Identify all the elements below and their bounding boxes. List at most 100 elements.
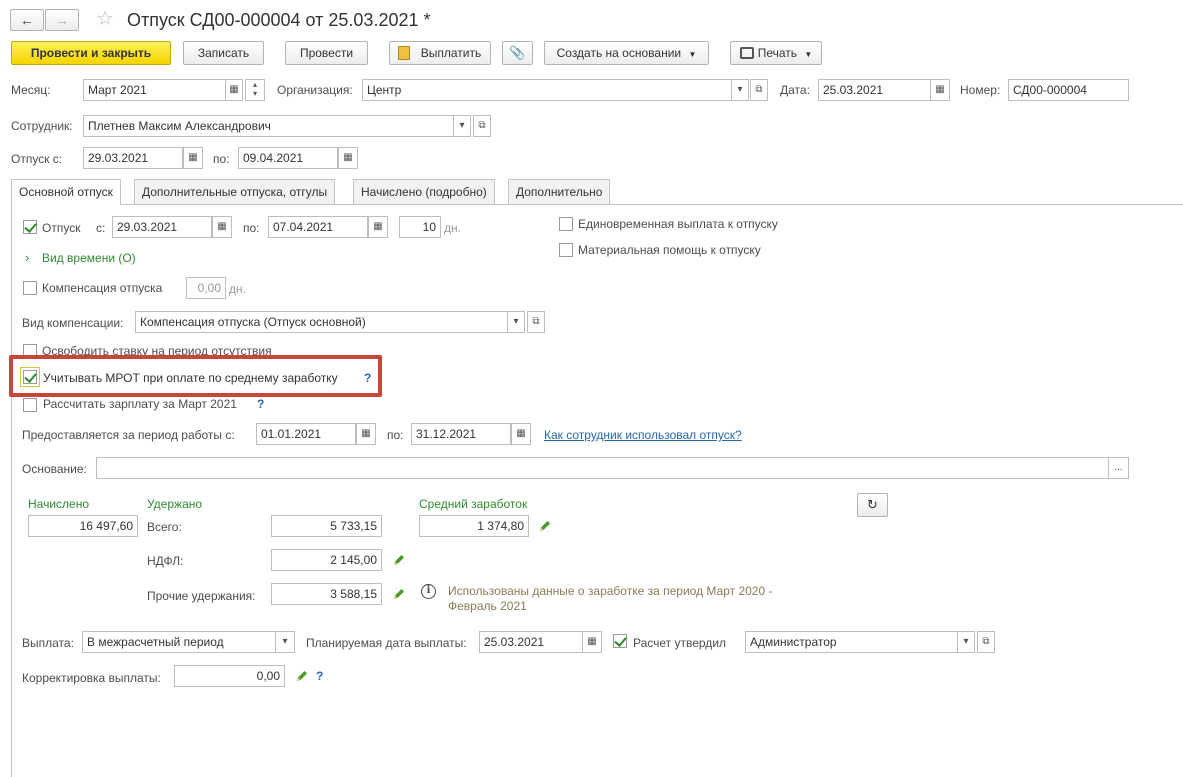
- save-button[interactable]: Записать: [183, 41, 264, 65]
- open-link-icon: ⧉: [755, 84, 763, 95]
- material-aid-checkbox[interactable]: [559, 243, 573, 257]
- days-input[interactable]: 10: [399, 216, 441, 238]
- month-stepper[interactable]: ▴ ▾: [245, 79, 265, 101]
- edit-average-pencil-icon[interactable]: [538, 519, 552, 533]
- post-and-close-button[interactable]: Провести и закрыть: [11, 41, 171, 65]
- month-label: Месяц:: [11, 83, 51, 97]
- mrot-label: Учитывать МРОТ при оплате по среднему за…: [43, 371, 338, 385]
- create-based-on-button[interactable]: Создать на основании ▼: [544, 41, 709, 65]
- mrot-checkbox[interactable]: [23, 370, 37, 384]
- dropdown-arrow-icon: ▼: [804, 50, 813, 59]
- month-calendar-button[interactable]: ▦: [225, 79, 243, 101]
- calendar-icon: ▦: [188, 152, 198, 163]
- vacation-to-calendar[interactable]: ▦: [338, 147, 358, 169]
- date-calendar-button[interactable]: ▦: [930, 79, 950, 101]
- forward-button[interactable]: →: [45, 9, 79, 31]
- main-from-input[interactable]: 29.03.2021: [112, 216, 212, 238]
- calendar-icon: ▦: [935, 84, 945, 95]
- date-label: Дата:: [780, 83, 810, 97]
- main-from-calendar[interactable]: ▦: [212, 216, 232, 238]
- organization-open[interactable]: ⧉: [750, 79, 768, 101]
- vacation-usage-link[interactable]: Как сотрудник использовал отпуск?: [544, 428, 742, 442]
- organization-dropdown[interactable]: ▾: [731, 79, 749, 101]
- period-to-label: по:: [387, 428, 404, 442]
- planned-date-calendar[interactable]: ▦: [582, 631, 602, 653]
- tab-accrued-detailed[interactable]: Начислено (подробно): [353, 179, 495, 204]
- compensation-checkbox[interactable]: [23, 281, 37, 295]
- back-button[interactable]: ←: [10, 9, 44, 31]
- employee-open[interactable]: ⧉: [473, 115, 491, 137]
- chevron-right-icon[interactable]: ›: [25, 250, 29, 265]
- main-to-calendar[interactable]: ▦: [368, 216, 388, 238]
- vacation-from-input[interactable]: 29.03.2021: [83, 147, 183, 169]
- chevron-down-icon: ▾: [459, 120, 465, 131]
- compensation-type-dropdown[interactable]: ▾: [507, 311, 525, 333]
- lump-sum-checkbox[interactable]: [559, 217, 573, 231]
- calc-salary-checkbox[interactable]: [23, 398, 37, 412]
- approved-by-open[interactable]: ⧉: [977, 631, 995, 653]
- star-icon[interactable]: ☆: [96, 8, 114, 30]
- payment-type-input[interactable]: В межрасчетный период: [82, 631, 276, 653]
- material-aid-label: Материальная помощь к отпуску: [578, 243, 761, 257]
- ndfl-label: НДФЛ:: [147, 554, 184, 568]
- arrow-right-icon: →: [55, 12, 69, 28]
- tab-panel-left-border: [11, 204, 12, 777]
- employee-input[interactable]: Плетнев Максим Александрович: [83, 115, 455, 137]
- refresh-icon: ↻: [867, 497, 878, 512]
- calc-salary-help-icon[interactable]: ?: [257, 397, 264, 411]
- vacation-from-calendar[interactable]: ▦: [183, 147, 203, 169]
- average-earnings-value: 1 374,80: [419, 515, 529, 537]
- refresh-button[interactable]: ↻: [857, 493, 888, 517]
- correction-help-icon[interactable]: ?: [316, 669, 323, 683]
- accrued-label: Начислено: [28, 497, 90, 511]
- date-input[interactable]: 25.03.2021: [818, 79, 931, 101]
- compensation-type-input[interactable]: Компенсация отпуска (Отпуск основной): [135, 311, 508, 333]
- approved-by-dropdown[interactable]: ▾: [957, 631, 975, 653]
- edit-ndfl-pencil-icon[interactable]: [392, 553, 406, 567]
- vacation-label: Отпуск: [42, 221, 81, 235]
- edit-other-pencil-icon[interactable]: [392, 587, 406, 601]
- tab-additional-vacations[interactable]: Дополнительные отпуска, отгулы: [134, 179, 336, 204]
- vacation-from-label: Отпуск с:: [11, 152, 63, 166]
- tab-main-vacation[interactable]: Основной отпуск: [11, 179, 121, 205]
- attach-button[interactable]: 📎: [502, 41, 533, 65]
- approved-checkbox[interactable]: [613, 634, 627, 648]
- basis-select-button[interactable]: ...: [1108, 457, 1129, 479]
- period-to-calendar[interactable]: ▦: [511, 423, 531, 445]
- approved-by-input[interactable]: Администратор: [745, 631, 958, 653]
- number-input[interactable]: СД00-000004: [1008, 79, 1129, 101]
- open-link-icon: ⧉: [532, 316, 540, 327]
- payment-type-dropdown[interactable]: ▾: [275, 631, 295, 653]
- accrued-value: 16 497,60: [28, 515, 138, 537]
- main-to-input[interactable]: 07.04.2021: [268, 216, 368, 238]
- employee-dropdown[interactable]: ▾: [453, 115, 471, 137]
- post-button[interactable]: Провести: [285, 41, 368, 65]
- create-based-label: Создать на основании: [556, 46, 682, 60]
- chevron-down-icon: ▾: [963, 636, 969, 647]
- compensation-days-input[interactable]: 0,00: [186, 277, 226, 299]
- mrot-help-icon[interactable]: ?: [364, 371, 371, 385]
- other-withholdings-label: Прочие удержания:: [147, 589, 256, 603]
- compensation-type-open[interactable]: ⧉: [527, 311, 545, 333]
- ndfl-value: 2 145,00: [271, 549, 382, 571]
- month-input[interactable]: Март 2021: [83, 79, 226, 101]
- pay-button[interactable]: Выплатить: [389, 41, 491, 65]
- period-from-calendar[interactable]: ▦: [356, 423, 376, 445]
- tab-additional[interactable]: Дополнительно: [508, 179, 611, 204]
- calendar-icon: ▦: [516, 428, 526, 439]
- time-type-link[interactable]: Вид времени (О): [42, 251, 136, 265]
- print-button[interactable]: Печать ▼: [730, 41, 822, 65]
- period-from-input[interactable]: 01.01.2021: [256, 423, 356, 445]
- vacation-checkbox[interactable]: [23, 220, 37, 234]
- document-pay-icon: [398, 46, 410, 60]
- calendar-icon: ▦: [343, 152, 353, 163]
- edit-correction-pencil-icon[interactable]: [295, 669, 309, 683]
- correction-input[interactable]: 0,00: [174, 665, 285, 687]
- period-to-input[interactable]: 31.12.2021: [411, 423, 511, 445]
- organization-input[interactable]: Центр: [362, 79, 734, 101]
- open-link-icon: ⧉: [478, 120, 486, 131]
- planned-date-input[interactable]: 25.03.2021: [479, 631, 583, 653]
- vacation-to-input[interactable]: 09.04.2021: [238, 147, 338, 169]
- basis-input[interactable]: [96, 457, 1109, 479]
- printer-icon: [740, 47, 754, 59]
